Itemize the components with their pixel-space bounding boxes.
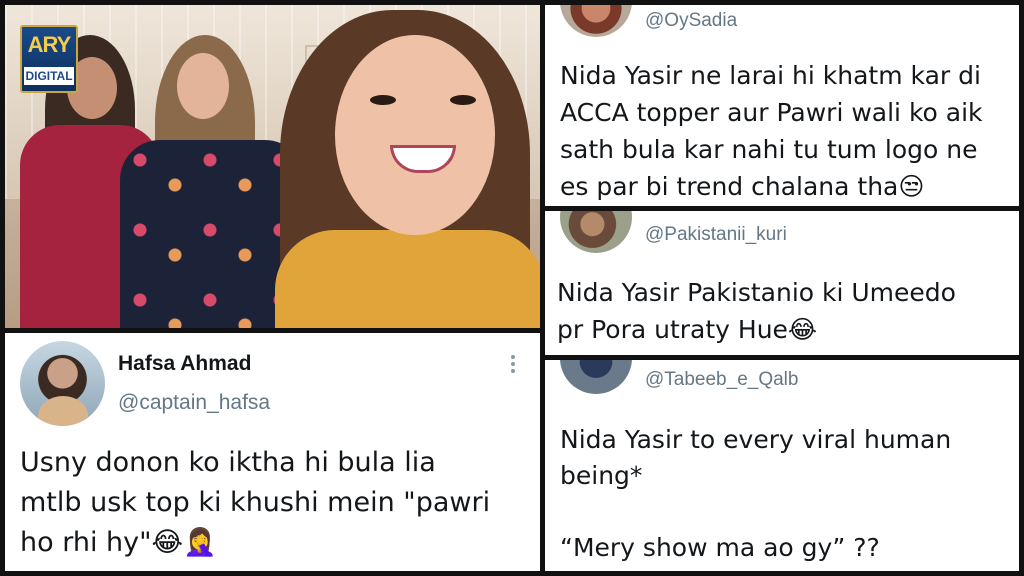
tweet-card-pakistanii-kuri[interactable]: @Pakistanii_kuri Nida Yasir Pakistanio k… <box>545 211 1019 355</box>
user-handle[interactable]: @OySadia <box>645 10 737 32</box>
avatar[interactable] <box>560 360 632 394</box>
avatar[interactable] <box>560 211 632 253</box>
user-handle[interactable]: @Pakistanii_kuri <box>645 224 787 246</box>
eye-right <box>450 95 476 105</box>
guest-face <box>177 53 229 119</box>
foreground-guest-outfit <box>275 230 540 328</box>
tweet-card-hafsa[interactable]: Hafsa Ahmad @captain_hafsa Usny donon ko… <box>5 333 540 571</box>
user-handle[interactable]: @Tabeeb_e_Qalb <box>645 369 798 391</box>
foreground-guest-face <box>335 35 495 235</box>
tweet-text: Nida Yasir ne larai hi khatm kar di ACCA… <box>560 61 983 201</box>
tv-show-photo: ARY DIGITAL <box>5 5 540 328</box>
eye-left <box>370 95 396 105</box>
logo-text-bottom: DIGITAL <box>24 67 74 85</box>
tweet-text: Nida Yasir to every viral human being* “… <box>560 425 952 562</box>
tweet-card-tabeeb-e-qalb[interactable]: @Tabeeb_e_Qalb Nida Yasir to every viral… <box>545 360 1019 571</box>
display-name[interactable]: Hafsa Ahmad <box>118 352 251 376</box>
tweet-text: Nida Yasir Pakistanio ki Umeedo pr Pora … <box>557 278 956 344</box>
avatar[interactable] <box>20 341 105 426</box>
more-options-icon[interactable] <box>510 355 516 375</box>
user-handle[interactable]: @captain_hafsa <box>118 391 270 415</box>
ary-digital-logo: ARY DIGITAL <box>20 25 78 93</box>
avatar[interactable] <box>560 5 632 37</box>
tweet-text: Usny donon ko iktha hi bula lia mtlb usk… <box>20 447 491 558</box>
logo-text-top: ARY <box>27 32 72 57</box>
tweet-card-oysadia[interactable]: @OySadia Nida Yasir ne larai hi khatm ka… <box>545 5 1019 206</box>
